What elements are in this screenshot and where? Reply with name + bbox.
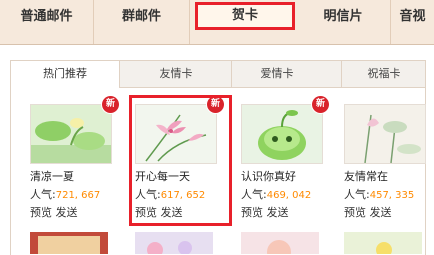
card-item: 认识你真好 人气:469, 042 预览 发送 xyxy=(241,104,327,226)
subtab-love[interactable]: 爱情卡 xyxy=(231,61,322,87)
card-name: 友情常在 xyxy=(344,170,388,183)
preview-link[interactable]: 预览 xyxy=(30,206,52,219)
card-actions: 预览 发送 xyxy=(241,204,289,220)
card-popularity: 人气:457, 335 xyxy=(344,188,415,201)
preview-link[interactable]: 预览 xyxy=(241,206,263,219)
tab-group-mail[interactable]: 群邮件 xyxy=(94,0,190,44)
send-link[interactable]: 发送 xyxy=(56,206,78,219)
tab-normal-mail[interactable]: 普通邮件 xyxy=(0,0,94,44)
card-thumbnail-partial[interactable] xyxy=(241,232,319,254)
card-thumbnail-partial[interactable] xyxy=(344,232,422,254)
new-badge: 新 xyxy=(312,96,329,113)
send-link[interactable]: 发送 xyxy=(370,206,392,219)
card-name: 清凉一夏 xyxy=(30,170,74,183)
card-item: 清凉一夏 人气:721, 667 预览 发送 xyxy=(30,104,116,226)
tab-greeting-card[interactable]: 贺卡 xyxy=(195,2,295,30)
card-popularity: 人气:469, 042 xyxy=(241,188,312,201)
card-category-tabs: 热门推荐 友情卡 爱情卡 祝福卡 xyxy=(11,61,425,88)
card-name: 认识你真好 xyxy=(241,170,296,183)
card-actions: 预览 发送 xyxy=(344,204,392,220)
card-popularity: 人气:721, 667 xyxy=(30,188,101,201)
subtab-hot[interactable]: 热门推荐 xyxy=(11,61,120,88)
card-thumbnail-partial[interactable] xyxy=(30,232,108,254)
card-thumbnail-partial[interactable] xyxy=(135,232,213,254)
preview-link[interactable]: 预览 xyxy=(344,206,366,219)
top-tab-bar: 普通邮件 群邮件 贺卡 明信片 音视 xyxy=(0,0,434,45)
subtab-friendship[interactable]: 友情卡 xyxy=(141,61,211,87)
card-actions: 预览 发送 xyxy=(30,204,78,220)
subtab-blessing[interactable]: 祝福卡 xyxy=(341,61,426,87)
card-thumbnail[interactable] xyxy=(241,104,323,164)
card-thumbnail[interactable] xyxy=(344,104,426,164)
tab-audio-video[interactable]: 音视 xyxy=(391,0,434,44)
new-badge: 新 xyxy=(102,96,119,113)
send-link[interactable]: 发送 xyxy=(267,206,289,219)
selected-card-highlight xyxy=(129,95,232,226)
card-thumbnail[interactable] xyxy=(30,104,112,164)
tab-postcard[interactable]: 明信片 xyxy=(296,0,391,44)
card-item: 友情常在 人气:457, 335 预览 发送 xyxy=(344,104,430,226)
